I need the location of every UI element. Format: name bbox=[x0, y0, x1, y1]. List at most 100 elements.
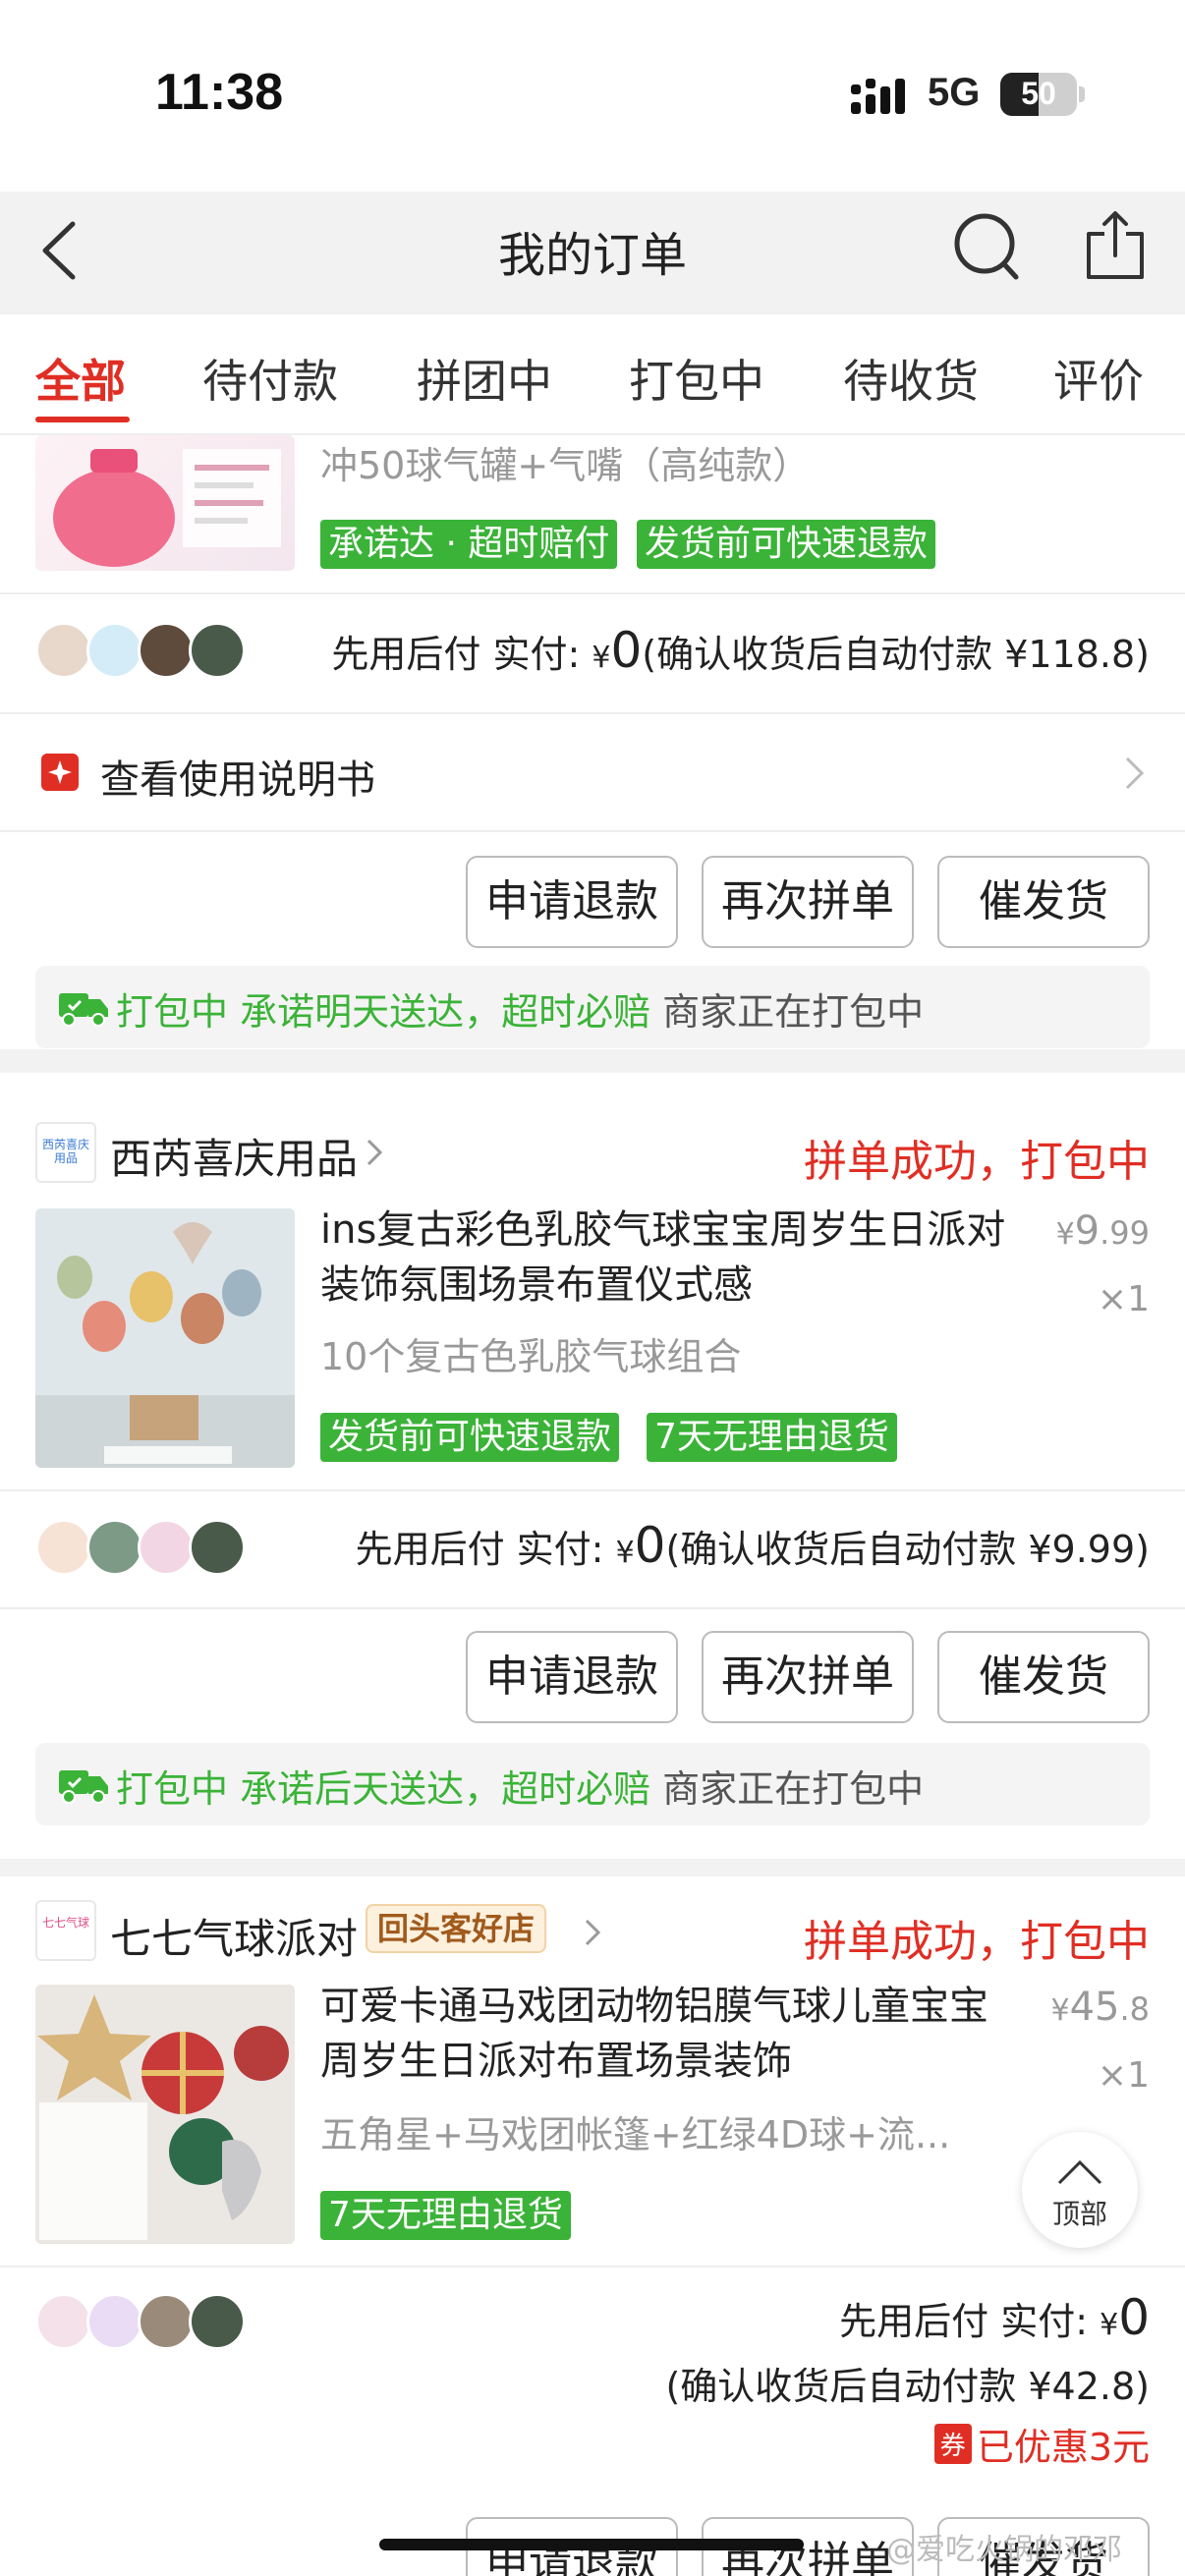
pay-auto-note: (确认收货后自动付款 ¥42.8) bbox=[665, 2365, 1150, 2408]
tab-packing[interactable]: 打包中 bbox=[629, 346, 764, 411]
pay-currency: ¥ bbox=[615, 1536, 635, 1570]
manual-icon bbox=[41, 754, 79, 791]
shop-badge: 回头客好店 bbox=[366, 1904, 547, 1953]
avatar bbox=[138, 622, 195, 679]
watermark: @爱吃火锅的邓邓 bbox=[886, 2533, 1122, 2567]
payment-summary: 先用后付 实付: ¥0(确认收货后自动付款 ¥9.99) bbox=[356, 1517, 1150, 1574]
avatar bbox=[189, 2293, 246, 2350]
truck-icon bbox=[59, 993, 108, 1027]
product-title[interactable]: 可爱卡通马戏团动物铝膜气球儿童宝宝周岁生日派对布置场景装饰 bbox=[320, 1979, 1008, 2089]
reorder-button[interactable]: 再次拼单 bbox=[702, 856, 914, 948]
pay-currency: ¥ bbox=[592, 641, 611, 675]
avatar bbox=[189, 1519, 246, 1576]
payment-summary: 先用后付 实付: ¥0(确认收货后自动付款 ¥118.8) bbox=[331, 622, 1150, 679]
product-spec: 冲50球气罐+气嘴（高纯款） bbox=[320, 444, 811, 487]
price-currency: ¥ bbox=[1050, 1993, 1070, 2028]
notice-highlight: 打包中 承诺后天送达，超时必赔 bbox=[116, 1767, 651, 1811]
avatar bbox=[86, 1519, 143, 1576]
product-price: ¥9.99 bbox=[1056, 1208, 1150, 1254]
product-title[interactable]: ins复古彩色乳胶气球宝宝周岁生日派对装饰氛围场景布置仪式感 bbox=[320, 1203, 1008, 1313]
pay-amount: 0 bbox=[634, 1517, 666, 1574]
product-quantity: ×1 bbox=[1097, 2055, 1150, 2096]
manual-link[interactable]: 查看使用说明书 bbox=[0, 714, 1185, 830]
reorder-button[interactable]: 再次拼单 bbox=[702, 1631, 914, 1723]
product-quantity: ×1 bbox=[1097, 1279, 1150, 1319]
product-price: ¥45.8 bbox=[1050, 1985, 1150, 2030]
tag-on-time-guarantee: 承诺达 · 超时赔付 bbox=[320, 520, 618, 569]
avatar bbox=[86, 2293, 143, 2350]
chevron-right-icon[interactable] bbox=[584, 1918, 601, 1947]
order-card-2: 西芮喜庆用品 西芮喜庆用品 拼单成功，打包中 ins复古彩色乳胶气球宝宝周岁生日… bbox=[0, 1073, 1185, 1859]
status-time: 11:38 bbox=[155, 64, 284, 121]
tab-pending-payment[interactable]: 待付款 bbox=[202, 346, 338, 411]
manual-label: 查看使用说明书 bbox=[100, 757, 375, 803]
product-image[interactable] bbox=[35, 1208, 295, 1468]
pay-prefix: 先用后付 实付: bbox=[355, 1528, 616, 1571]
pay-prefix: 先用后付 实付: bbox=[839, 2300, 1100, 2343]
pay-auto-note: (确认收货后自动付款 ¥9.99) bbox=[665, 1528, 1150, 1571]
back-to-top-button[interactable]: 顶部 bbox=[1022, 2132, 1138, 2248]
order-tabs: 全部 待付款 拼团中 打包中 待收货 评价 bbox=[0, 312, 1185, 435]
product-image[interactable] bbox=[35, 435, 295, 571]
avatar bbox=[138, 1519, 195, 1576]
price-decimal: .99 bbox=[1100, 1214, 1150, 1252]
price-integer: 45 bbox=[1069, 1985, 1120, 2030]
order-status: 拼单成功，打包中 bbox=[804, 1917, 1150, 1967]
tab-active-indicator bbox=[35, 417, 130, 422]
shop-logo[interactable]: 七七气球 bbox=[35, 1900, 96, 1961]
battery-percent: 50 bbox=[1021, 76, 1056, 111]
price-decimal: .8 bbox=[1119, 1990, 1150, 2028]
pay-amount: 0 bbox=[1118, 2289, 1150, 2346]
back-to-top-label: 顶部 bbox=[1051, 2198, 1107, 2230]
order-card-3: 七七气球 七七气球派对 回头客好店 拼单成功，打包中 可爱卡通马戏团动物铝膜气球… bbox=[0, 1876, 1185, 2576]
avatar bbox=[138, 2293, 195, 2350]
tag-quick-refund: 发货前可快速退款 bbox=[637, 520, 936, 569]
urge-shipping-button[interactable]: 催发货 bbox=[937, 1631, 1150, 1723]
share-icon[interactable] bbox=[1085, 208, 1146, 283]
product-spec: 五角星+马戏团帐篷+红绿4D球+流... bbox=[320, 2113, 951, 2156]
pay-prefix: 先用后付 实付: bbox=[331, 633, 592, 676]
home-indicator bbox=[379, 2539, 804, 2550]
avatar bbox=[189, 622, 246, 679]
product-image[interactable] bbox=[35, 1985, 295, 2244]
shop-name[interactable]: 七七气球派对 bbox=[110, 1906, 358, 1966]
avatar bbox=[35, 622, 92, 679]
refund-button[interactable]: 申请退款 bbox=[466, 856, 678, 948]
chevron-right-icon bbox=[1125, 756, 1145, 790]
order-card-1: 冲50球气罐+气嘴（高纯款） 承诺达 · 超时赔付 发货前可快速退款 先用后付 … bbox=[0, 435, 1185, 1049]
tab-to-receive[interactable]: 待收货 bbox=[843, 346, 979, 411]
balloons-image bbox=[35, 1208, 295, 1468]
urge-shipping-button[interactable]: 催发货 bbox=[937, 856, 1150, 948]
avatar bbox=[35, 1519, 92, 1576]
search-icon[interactable] bbox=[951, 208, 1022, 283]
avatar bbox=[35, 2293, 92, 2350]
avatar bbox=[86, 622, 143, 679]
notice-text: 商家正在打包中 bbox=[650, 1767, 925, 1811]
price-integer: 9 bbox=[1074, 1208, 1100, 1254]
helium-tank-image bbox=[53, 449, 281, 567]
payment-summary: 先用后付 实付: ¥0 bbox=[839, 2289, 1150, 2346]
coupon-text: 已优惠3元 bbox=[976, 2426, 1150, 2469]
truck-icon bbox=[59, 1770, 108, 1804]
chevron-right-icon[interactable] bbox=[366, 1138, 383, 1167]
pay-amount: 0 bbox=[610, 622, 643, 679]
pay-currency: ¥ bbox=[1100, 2308, 1119, 2342]
tag-7day-return: 7天无理由退货 bbox=[647, 1413, 897, 1462]
tag-quick-refund: 发货前可快速退款 bbox=[320, 1413, 620, 1462]
tab-group-buying[interactable]: 拼团中 bbox=[417, 346, 552, 411]
coupon-icon: 券 bbox=[933, 2424, 972, 2464]
network-type: 5G bbox=[928, 71, 981, 114]
coupon-discount: 券 已优惠3元 bbox=[933, 2417, 1150, 2471]
pay-auto-note: (确认收货后自动付款 ¥118.8) bbox=[642, 633, 1150, 676]
order-status: 拼单成功，打包中 bbox=[804, 1137, 1150, 1187]
foil-balloons-image bbox=[35, 1985, 295, 2244]
product-spec: 10个复古色乳胶气球组合 bbox=[320, 1335, 742, 1378]
tab-review[interactable]: 评价 bbox=[1053, 346, 1144, 411]
shipping-notice: 打包中 承诺后天送达，超时必赔 商家正在打包中 bbox=[35, 1743, 1150, 1825]
battery-icon: 50 bbox=[1000, 73, 1077, 116]
tab-all[interactable]: 全部 bbox=[35, 346, 126, 411]
refund-button[interactable]: 申请退款 bbox=[466, 1631, 678, 1723]
shop-logo[interactable]: 西芮喜庆用品 bbox=[35, 1122, 96, 1183]
shipping-notice: 打包中 承诺明天送达，超时必赔 商家正在打包中 bbox=[35, 966, 1150, 1048]
shop-name[interactable]: 西芮喜庆用品 bbox=[110, 1126, 358, 1186]
